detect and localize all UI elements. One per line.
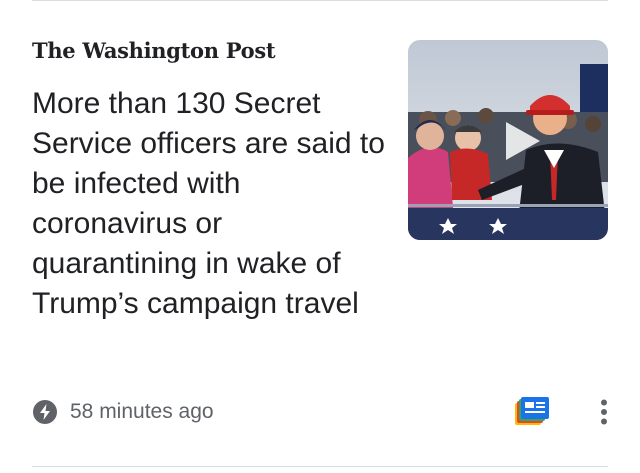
article-meta: 58 minutes ago [32, 396, 214, 428]
article-thumbnail[interactable] [408, 40, 608, 240]
bottom-divider [32, 466, 608, 467]
play-icon[interactable] [498, 118, 544, 164]
news-card-page: The Washington Post More than 130 Secret… [0, 0, 640, 473]
bolt-icon [33, 400, 57, 424]
publisher-name[interactable]: The Washington Post [32, 38, 276, 63]
article-timestamp: 58 minutes ago [70, 400, 214, 423]
top-divider [32, 0, 608, 1]
more-vert-icon [601, 399, 607, 425]
newsstand-icon [515, 397, 549, 425]
article-headline[interactable]: More than 130 Secret Service officers ar… [32, 84, 388, 324]
newsstand-button[interactable] [504, 384, 560, 440]
more-options-button[interactable] [576, 384, 632, 440]
